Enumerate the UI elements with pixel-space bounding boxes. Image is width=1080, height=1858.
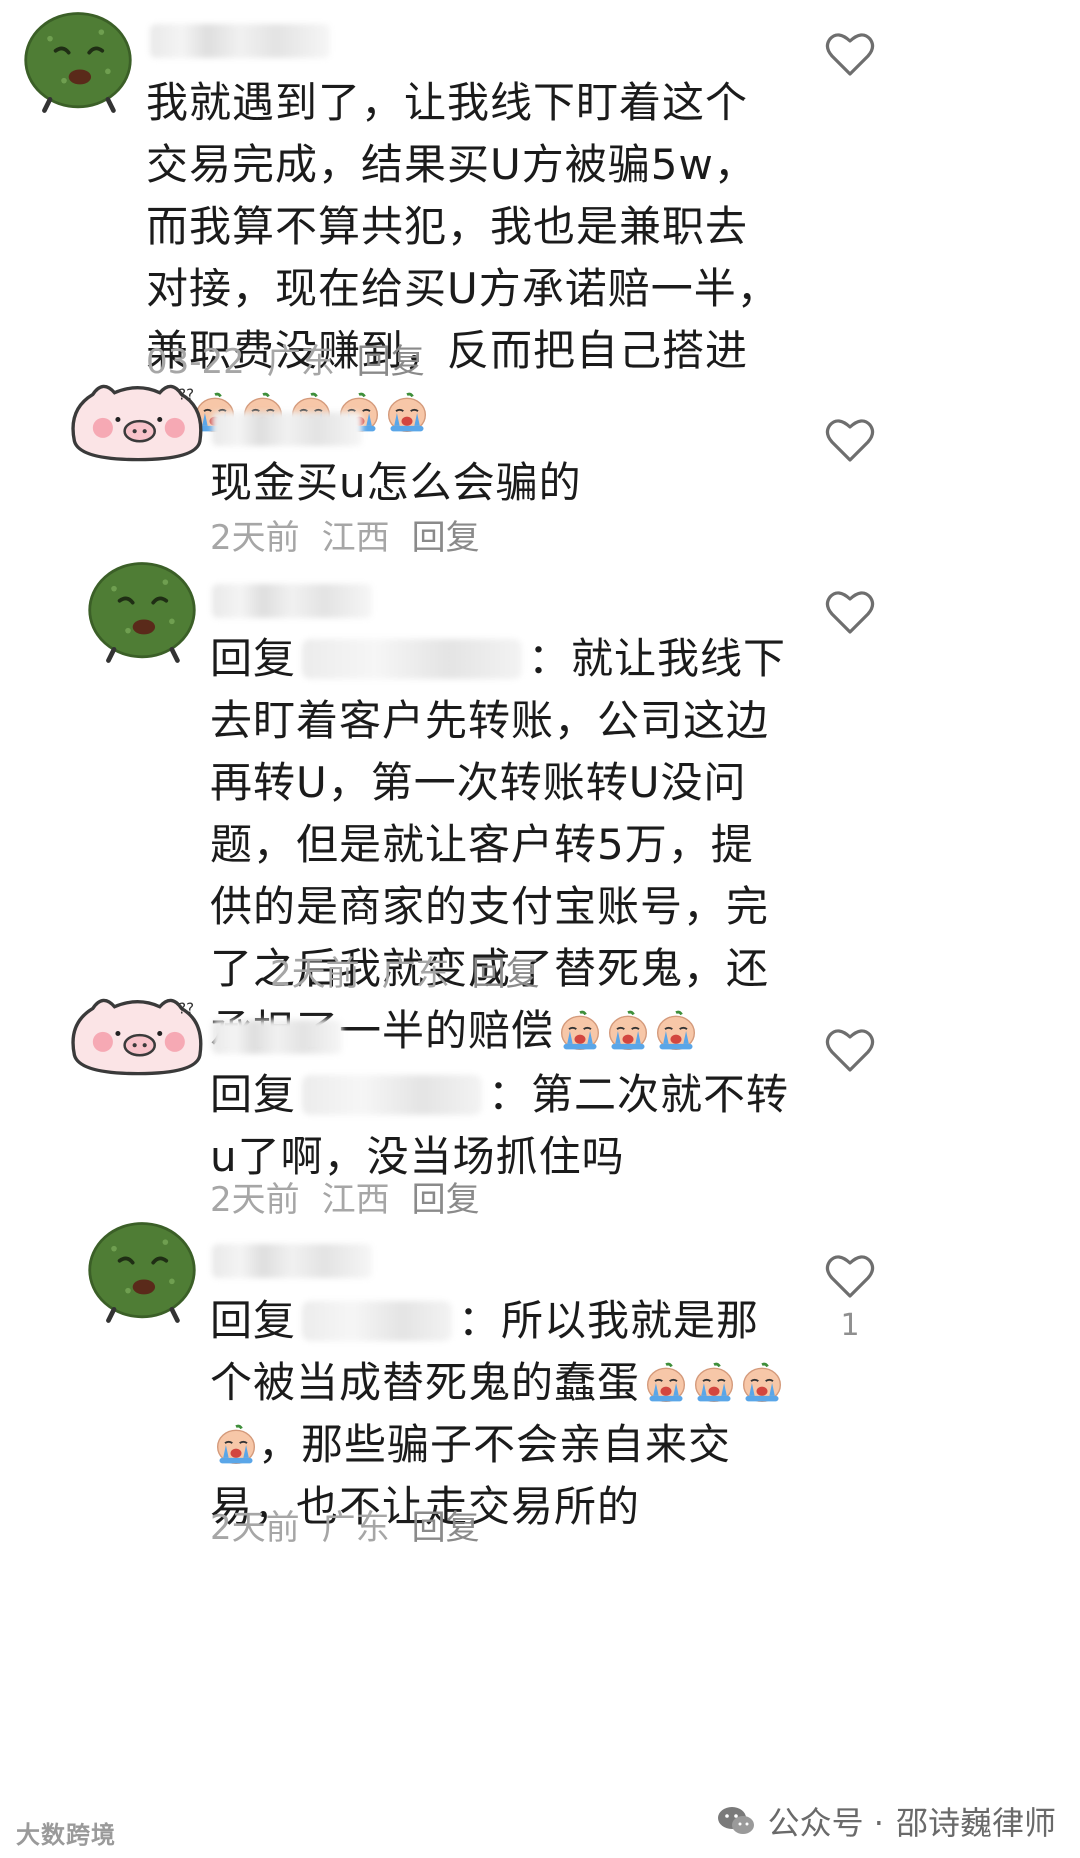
reply-prefix: 回复 xyxy=(210,634,297,683)
green-blob-avatar[interactable] xyxy=(22,6,134,118)
wechat-icon xyxy=(717,1807,754,1834)
like-count: 1 xyxy=(840,1308,860,1343)
comment-location: 广东 xyxy=(321,1508,390,1548)
reply-button[interactable]: 回复 xyxy=(412,1180,480,1220)
watermark-prefix: 公众号 · xyxy=(767,1804,884,1842)
crying-face-icon xyxy=(740,1361,784,1405)
reply-prefix: 回复 xyxy=(210,1296,297,1345)
comment-location: 江西 xyxy=(321,1180,390,1220)
comment-location: 广东 xyxy=(381,954,450,994)
comment-meta: 2天前 广东 回复 xyxy=(270,946,562,995)
reply-button[interactable]: 回复 xyxy=(412,518,480,558)
like-heart-icon[interactable] xyxy=(824,1252,876,1300)
pink-pig-avatar[interactable] xyxy=(62,376,214,468)
reply-button[interactable]: 回复 xyxy=(357,342,425,382)
reply-button[interactable]: 回复 xyxy=(412,1508,480,1548)
like-heart-icon[interactable] xyxy=(824,588,876,636)
comment-meta: 2天前 江西 回复 xyxy=(210,1172,502,1221)
watermark-account-name: 邵诗巍律师 xyxy=(895,1804,1056,1842)
pink-pig-avatar[interactable] xyxy=(62,990,214,1082)
crying-face-icon xyxy=(214,1423,258,1467)
comment-date: 2天前 xyxy=(270,954,360,994)
like-heart-icon[interactable] xyxy=(824,416,876,464)
comment-text: 回复 ：就让我线下去盯着客户先转账，公司这边再转U，第一次转账转U没问题，但是就让… xyxy=(210,634,787,1055)
green-blob-avatar[interactable] xyxy=(86,556,198,668)
comment-date: 2天前 xyxy=(210,1180,300,1220)
username-blurred[interactable] xyxy=(150,24,330,58)
username-blurred[interactable] xyxy=(212,1020,342,1054)
crying-face-icon xyxy=(644,1361,688,1405)
wechat-watermark: 公众号 · 邵诗巍律师 xyxy=(716,1798,1056,1844)
comment-meta: 2天前 广东 回复 xyxy=(210,1500,502,1549)
comment-date: 2天前 xyxy=(210,1508,300,1548)
comment-location: 广东 xyxy=(266,342,335,382)
comment-meta: 2天前 江西 回复 xyxy=(210,510,502,559)
crying-face-icon xyxy=(385,391,429,435)
crying-face-icon xyxy=(606,1009,650,1053)
comment-location: 江西 xyxy=(321,518,390,558)
green-blob-avatar[interactable] xyxy=(86,1216,198,1328)
reply-prefix: 回复 xyxy=(210,1070,297,1119)
username-blurred[interactable] xyxy=(212,1244,372,1278)
like-heart-icon[interactable] xyxy=(824,30,876,78)
crying-face-icon xyxy=(558,1009,602,1053)
comment-text: 我就遇到了，让我线下盯着这个交易完成，结果买U方被骗5w，而我算不算共犯，我也是… xyxy=(146,72,786,444)
comment-text: 现金买u怎么会骗的 xyxy=(210,458,582,507)
crying-face-icon xyxy=(654,1009,698,1053)
like-heart-icon[interactable] xyxy=(824,1026,876,1074)
source-watermark: 大数跨境 xyxy=(16,1821,116,1849)
mention-blurred[interactable] xyxy=(302,639,523,679)
username-blurred[interactable] xyxy=(212,412,362,446)
reply-button[interactable]: 回复 xyxy=(472,954,540,994)
mention-blurred[interactable] xyxy=(302,1301,453,1341)
comment-date: 2天前 xyxy=(210,518,300,558)
crying-face-icon xyxy=(692,1361,736,1405)
username-blurred[interactable] xyxy=(212,584,372,618)
mention-blurred[interactable] xyxy=(302,1075,483,1115)
comment-text: 回复 ：第二次就不转u了啊，没当场抓住吗 xyxy=(210,1070,790,1181)
